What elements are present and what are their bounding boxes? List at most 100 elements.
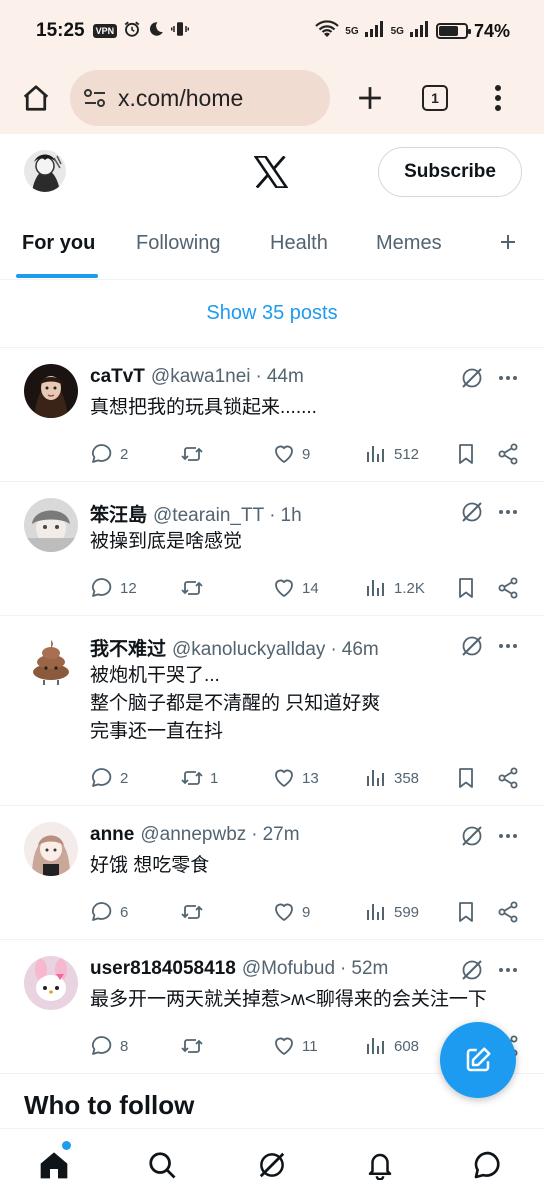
grok-button[interactable] <box>460 634 484 658</box>
reply-button[interactable]: 8 <box>90 1034 128 1058</box>
like-button[interactable]: 14 <box>272 576 319 600</box>
post-time[interactable]: 52m <box>351 958 388 980</box>
tab-for-you[interactable]: For you <box>22 232 95 255</box>
author-avatar[interactable] <box>24 498 78 552</box>
post-actions: 6 9 599 <box>90 900 530 928</box>
like-button[interactable]: 13 <box>272 766 319 790</box>
author-name[interactable]: 笨汪島 <box>90 500 147 527</box>
site-settings-icon[interactable] <box>82 85 108 111</box>
nav-explore[interactable] <box>144 1147 180 1183</box>
nav-home[interactable] <box>36 1147 72 1183</box>
post-header: 笨汪島 @tearain_TT · 1h <box>90 500 302 527</box>
bookmark-button[interactable] <box>454 442 478 466</box>
author-avatar[interactable] <box>24 956 78 1010</box>
more-button[interactable] <box>496 824 520 848</box>
post[interactable]: anne @annepwbz · 27m 好饿 想吃零食 6 9 599 <box>0 806 544 940</box>
browser-menu-button[interactable] <box>488 80 508 116</box>
post-time[interactable]: 46m <box>342 639 379 661</box>
views-button[interactable]: 512 <box>364 442 419 466</box>
bottom-navigation <box>0 1128 544 1200</box>
more-button[interactable] <box>496 500 520 524</box>
post[interactable]: caTvT @kawa1nei · 44m 真想把我的玩具锁起来....... 2 9 512 <box>0 348 544 482</box>
bookmark-button[interactable] <box>454 900 478 924</box>
nav-messages[interactable] <box>470 1147 506 1183</box>
new-tab-button[interactable] <box>352 80 388 116</box>
kebab-menu-icon <box>495 85 501 111</box>
reply-button[interactable]: 6 <box>90 900 128 924</box>
repost-button[interactable] <box>180 442 210 466</box>
post-time[interactable]: 1h <box>281 505 302 527</box>
more-button[interactable] <box>496 366 520 390</box>
post[interactable]: 我不难过 @kanoluckyallday · 46m 被炮机干哭了... 整个脑子都是… <box>0 616 544 806</box>
repost-button[interactable] <box>180 576 210 600</box>
author-avatar[interactable] <box>24 822 78 876</box>
bookmark-button[interactable] <box>454 576 478 600</box>
post-time[interactable]: 27m <box>263 824 300 846</box>
author-handle[interactable]: @kanoluckyallday <box>172 639 325 661</box>
reply-icon <box>92 902 112 921</box>
author-handle[interactable]: @tearain_TT <box>153 505 264 527</box>
views-icon <box>367 904 384 920</box>
bookmark-icon <box>459 768 473 788</box>
x-logo-icon[interactable] <box>253 155 289 189</box>
views-button[interactable]: 358 <box>364 766 419 790</box>
share-button[interactable] <box>496 766 520 790</box>
address-bar[interactable]: x.com/home <box>70 70 330 126</box>
compose-post-button[interactable] <box>440 1022 516 1098</box>
tab-memes[interactable]: Memes <box>376 232 442 255</box>
reply-icon <box>92 578 112 597</box>
nav-grok[interactable] <box>254 1147 290 1183</box>
subscribe-button[interactable]: Subscribe <box>378 147 522 197</box>
repost-icon <box>181 1039 203 1053</box>
grok-button[interactable] <box>460 366 484 390</box>
author-handle[interactable]: @kawa1nei <box>151 366 251 388</box>
grok-button[interactable] <box>460 824 484 848</box>
share-button[interactable] <box>496 442 520 466</box>
author-name[interactable]: anne <box>90 824 134 846</box>
share-button[interactable] <box>496 576 520 600</box>
reply-button[interactable]: 12 <box>90 576 137 600</box>
reply-button[interactable]: 2 <box>90 766 128 790</box>
more-button[interactable] <box>496 958 520 982</box>
tab-following[interactable]: Following <box>136 232 220 255</box>
repost-button[interactable] <box>180 1034 210 1058</box>
like-button[interactable]: 9 <box>272 900 310 924</box>
nav-notifications[interactable] <box>362 1147 398 1183</box>
add-tab-button[interactable] <box>496 230 520 254</box>
bookmark-button[interactable] <box>454 766 478 790</box>
author-avatar[interactable] <box>24 632 78 686</box>
author-handle[interactable]: @annepwbz <box>140 824 246 846</box>
more-button[interactable] <box>496 634 520 658</box>
battery-percent: 74% <box>473 20 510 41</box>
author-name[interactable]: 我不难过 <box>90 634 166 661</box>
author-name[interactable]: user8184058418 <box>90 958 236 980</box>
grok-button[interactable] <box>460 500 484 524</box>
views-button[interactable]: 608 <box>364 1034 419 1058</box>
post[interactable]: 笨汪島 @tearain_TT · 1h 被操到底是啥感觉 12 14 1.2K <box>0 482 544 616</box>
views-button[interactable]: 599 <box>364 900 419 924</box>
reply-count: 12 <box>120 579 137 597</box>
more-icon <box>499 968 517 972</box>
profile-avatar[interactable] <box>24 150 66 192</box>
home-button[interactable] <box>18 80 54 116</box>
signal-icon-1 <box>364 20 385 42</box>
share-button[interactable] <box>496 900 520 924</box>
tab-switcher-button[interactable]: 1 <box>422 85 448 111</box>
views-button[interactable]: 1.2K <box>364 576 425 600</box>
like-button[interactable]: 9 <box>272 442 310 466</box>
author-avatar[interactable] <box>24 364 78 418</box>
clock: 15:25 <box>36 20 85 41</box>
grok-button[interactable] <box>460 958 484 982</box>
show-new-posts-button[interactable]: Show 35 posts <box>0 280 544 348</box>
repost-button[interactable]: 1 <box>180 766 218 790</box>
like-button[interactable]: 11 <box>272 1034 318 1058</box>
new-content-dot <box>62 1141 71 1150</box>
reply-button[interactable]: 2 <box>90 442 128 466</box>
repost-button[interactable] <box>180 900 210 924</box>
url-text: x.com/home <box>118 84 244 111</box>
author-handle[interactable]: @Mofubud <box>242 958 335 980</box>
author-name[interactable]: caTvT <box>90 366 145 388</box>
post-time[interactable]: 44m <box>267 366 304 388</box>
tab-health[interactable]: Health <box>270 232 328 255</box>
reply-count: 2 <box>120 445 129 463</box>
